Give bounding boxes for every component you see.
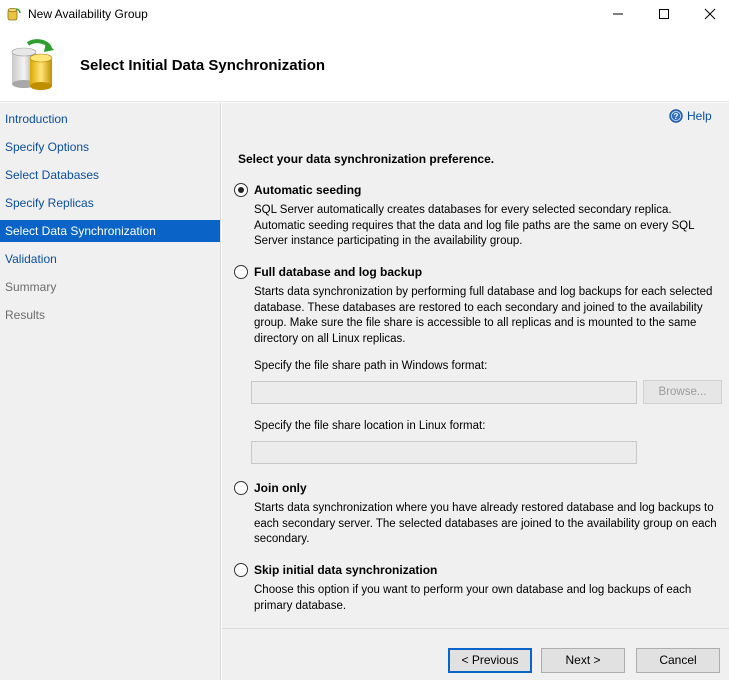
nav-item-specify-replicas[interactable]: Specify Replicas: [0, 192, 220, 214]
content-panel: ? Help Select your data synchronization …: [222, 103, 729, 628]
full-backup-label[interactable]: Full database and log backup: [254, 265, 422, 279]
automatic-seeding-description: SQL Server automatically creates databas…: [254, 204, 695, 247]
close-button[interactable]: [687, 0, 729, 28]
sync-prompt: Select your data synchronization prefere…: [238, 152, 495, 166]
app-icon: [6, 6, 22, 22]
automatic-seeding-radio[interactable]: [234, 183, 248, 197]
maximize-icon: [659, 9, 669, 19]
maximize-button[interactable]: [641, 0, 687, 28]
title-bar: New Availability Group: [0, 0, 729, 28]
minimize-icon: [613, 13, 623, 15]
join-only-description: Starts data synchronization where you ha…: [254, 502, 717, 545]
next-button[interactable]: Next >: [541, 648, 625, 673]
windows-share-input[interactable]: [251, 381, 637, 404]
skip-sync-label[interactable]: Skip initial data synchronization: [254, 563, 437, 577]
nav-item-validation[interactable]: Validation: [0, 248, 220, 270]
svg-text:?: ?: [674, 112, 679, 121]
linux-share-input[interactable]: [251, 441, 637, 464]
radio-selected-dot: [238, 187, 244, 193]
page-title: Select Initial Data Synchronization: [80, 57, 326, 74]
nav-item-select-databases[interactable]: Select Databases: [0, 164, 220, 186]
minimize-button[interactable]: [595, 0, 641, 28]
nav-item-results: Results: [5, 308, 46, 322]
wizard-navigation: Introduction Specify Options Select Data…: [0, 103, 221, 680]
full-backup-description: Starts data synchronization by performin…: [254, 286, 713, 345]
cancel-button[interactable]: Cancel: [636, 648, 720, 673]
join-only-radio[interactable]: [234, 481, 248, 495]
nav-item-summary: Summary: [5, 280, 57, 294]
close-icon: [704, 8, 716, 20]
skip-sync-description: Choose this option if you want to perfor…: [254, 584, 692, 612]
help-label: Help: [687, 109, 712, 123]
nav-item-introduction[interactable]: Introduction: [0, 108, 220, 130]
nav-item-specify-options[interactable]: Specify Options: [0, 136, 220, 158]
nav-item-select-data-synchronization[interactable]: Select Data Synchronization: [0, 220, 220, 242]
help-icon: ?: [669, 109, 683, 123]
database-sync-icon: [10, 36, 58, 92]
window-title: New Availability Group: [28, 7, 148, 21]
skip-sync-radio[interactable]: [234, 563, 248, 577]
full-backup-radio[interactable]: [234, 265, 248, 279]
help-link[interactable]: ? Help: [669, 108, 712, 124]
wizard-footer: < Previous Next > Cancel: [222, 628, 729, 680]
windows-share-label: Specify the file share path in Windows f…: [254, 360, 488, 372]
previous-button[interactable]: < Previous: [448, 648, 532, 673]
join-only-label[interactable]: Join only: [254, 481, 307, 495]
wizard-header: Select Initial Data Synchronization: [0, 28, 729, 102]
automatic-seeding-label[interactable]: Automatic seeding: [254, 183, 361, 197]
browse-button[interactable]: Browse...: [643, 380, 722, 404]
linux-share-label: Specify the file share location in Linux…: [254, 420, 486, 432]
